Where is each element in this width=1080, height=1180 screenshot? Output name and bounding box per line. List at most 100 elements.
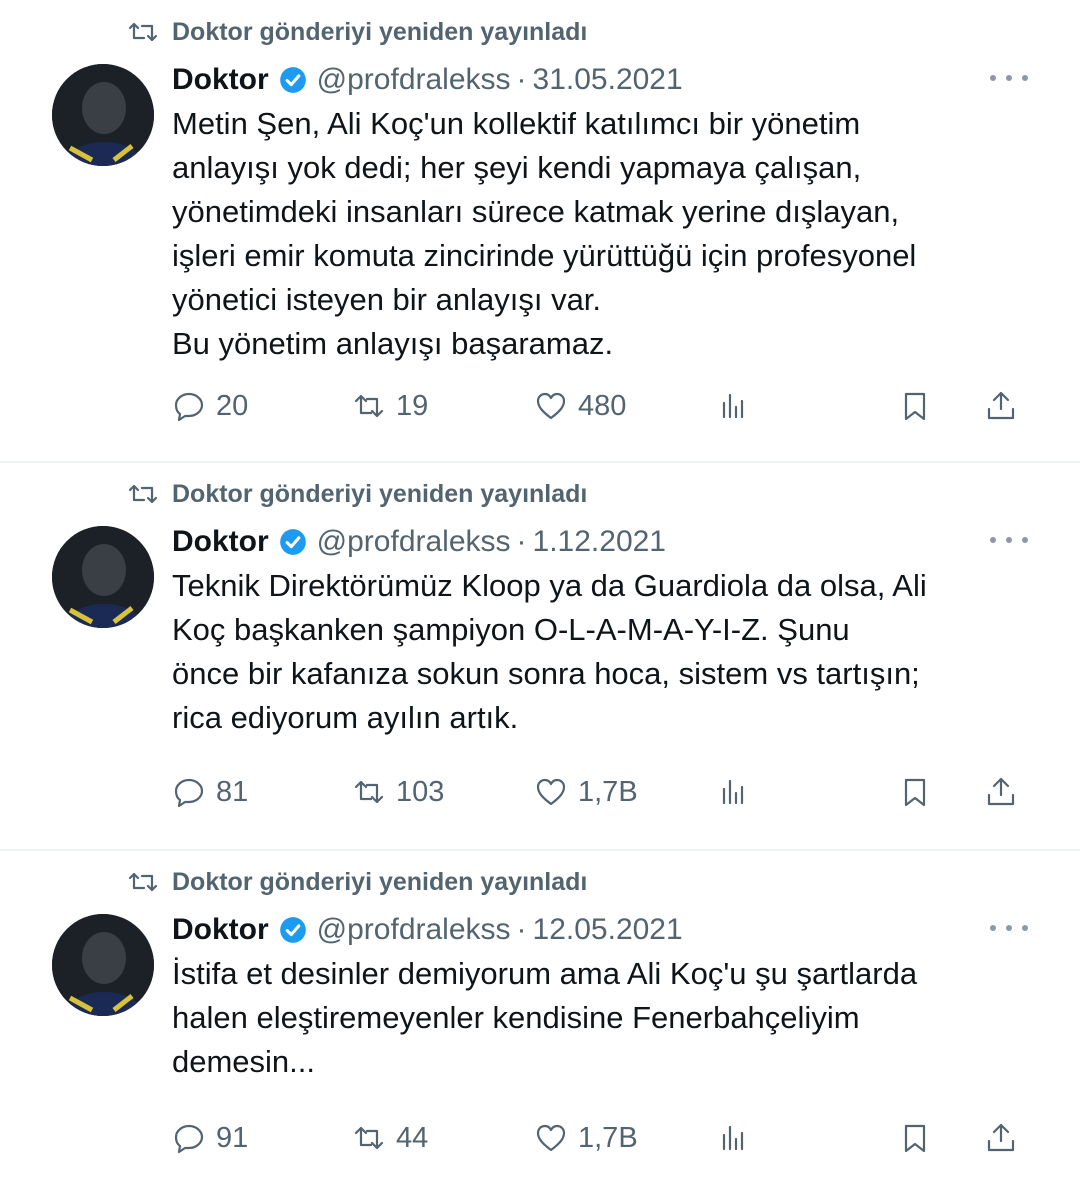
tweet[interactable]: Doktor gönderiyi yeniden yayınladı Dokto…	[0, 850, 1080, 1180]
repost-indicator: Doktor gönderiyi yeniden yayınladı	[126, 14, 587, 50]
tweet-date[interactable]: 31.05.2021	[533, 63, 683, 97]
avatar[interactable]	[52, 914, 154, 1016]
like-count: 480	[578, 389, 627, 422]
tweet-actions: 81 103 1,7B	[172, 768, 1032, 816]
reply-button[interactable]: 91	[172, 1114, 248, 1162]
verified-badge-icon	[279, 67, 306, 93]
retweet-icon	[354, 1126, 384, 1150]
repost-label: Doktor gönderiyi yeniden yayınladı	[172, 17, 588, 46]
avatar[interactable]	[52, 64, 154, 166]
tweet-actions: 20 19 480	[172, 382, 1032, 430]
bookmark-button[interactable]	[898, 768, 942, 816]
author-handle[interactable]: @profdralekss	[317, 63, 511, 97]
tweet-line: anlayışı yok dedi; her şeyi kendi yapmay…	[172, 150, 862, 185]
tweet[interactable]: Doktor gönderiyi yeniden yayınladı Dokto…	[0, 462, 1080, 850]
repost-label: Doktor gönderiyi yeniden yayınladı	[172, 479, 588, 508]
tweet-actions: 91 44 1,7B	[172, 1114, 1032, 1162]
bookmark-button[interactable]	[898, 382, 942, 430]
header-separator: ·	[516, 63, 527, 96]
verified-badge-icon	[279, 917, 306, 943]
tweet-line: yönetimdeki insanları sürece katmak yeri…	[172, 194, 900, 229]
like-button[interactable]: 1,7B	[534, 768, 638, 816]
share-button[interactable]	[984, 1114, 1028, 1162]
tweet-line: halen eleştiremeyenler kendisine Fenerba…	[172, 1000, 860, 1035]
tweet-line: demesin...	[172, 1044, 316, 1079]
reply-icon	[174, 1124, 204, 1154]
repost-indicator: Doktor gönderiyi yeniden yayınladı	[126, 864, 587, 900]
tweet-line: rica ediyorum ayılın artık.	[172, 700, 519, 735]
tweet-header: Doktor @profdralekss · 12.05.2021	[172, 908, 683, 952]
tweet-text: Metin Şen, Ali Koç'un kollektif katılımc…	[172, 102, 1052, 366]
like-count: 1,7B	[578, 775, 638, 808]
like-button[interactable]: 480	[534, 382, 626, 430]
repost-icon	[128, 22, 158, 42]
like-icon	[536, 1124, 566, 1152]
share-icon	[987, 391, 1015, 420]
repost-indicator: Doktor gönderiyi yeniden yayınladı	[126, 476, 587, 512]
more-icon[interactable]	[990, 68, 1028, 88]
bookmark-icon	[904, 1124, 926, 1153]
tweet-line: Koç başkanken şampiyon O-L-A-M-A-Y-I-Z. …	[172, 612, 850, 647]
tweet[interactable]: Doktor gönderiyi yeniden yayınladı Dokto…	[0, 0, 1080, 462]
tweet-date[interactable]: 12.05.2021	[533, 913, 683, 947]
share-button[interactable]	[984, 382, 1028, 430]
bookmark-icon	[904, 778, 926, 807]
reply-count: 81	[216, 775, 249, 808]
like-button[interactable]: 1,7B	[534, 1114, 638, 1162]
retweet-count: 19	[396, 389, 429, 422]
repost-icon	[128, 484, 158, 504]
reply-count: 91	[216, 1121, 249, 1154]
retweet-button[interactable]: 44	[352, 1114, 428, 1162]
author-name[interactable]: Doktor	[172, 63, 269, 97]
header-separator: ·	[516, 913, 527, 946]
views-button[interactable]	[716, 382, 760, 430]
retweet-count: 103	[396, 775, 445, 808]
retweet-button[interactable]: 103	[352, 768, 444, 816]
author-name[interactable]: Doktor	[172, 913, 269, 947]
tweet-line: önce bir kafanıza sokun sonra hoca, sist…	[172, 656, 920, 691]
share-icon	[987, 1123, 1015, 1152]
views-button[interactable]	[716, 768, 760, 816]
repost-label: Doktor gönderiyi yeniden yayınladı	[172, 867, 588, 896]
reply-button[interactable]: 20	[172, 382, 248, 430]
tweet-line: Bu yönetim anlayışı başaramaz.	[172, 326, 614, 361]
retweet-count: 44	[396, 1121, 429, 1154]
like-icon	[536, 392, 566, 420]
views-button[interactable]	[716, 1114, 760, 1162]
retweet-icon	[354, 394, 384, 418]
tweet-date[interactable]: 1.12.2021	[533, 525, 666, 559]
tweet-text: Teknik Direktörümüz Kloop ya da Guardiol…	[172, 564, 1052, 740]
tweet-line: yönetici isteyen bir anlayışı var.	[172, 282, 602, 317]
like-icon	[536, 778, 566, 806]
header-separator: ·	[516, 525, 527, 558]
views-icon	[722, 393, 744, 419]
more-icon[interactable]	[990, 530, 1028, 550]
retweet-icon	[354, 780, 384, 804]
reply-button[interactable]: 81	[172, 768, 248, 816]
author-handle[interactable]: @profdralekss	[317, 913, 511, 947]
views-icon	[722, 1125, 744, 1151]
reply-count: 20	[216, 389, 249, 422]
like-count: 1,7B	[578, 1121, 638, 1154]
bookmark-button[interactable]	[898, 1114, 942, 1162]
repost-icon	[128, 872, 158, 892]
tweet-text: İstifa et desinler demiyorum ama Ali Koç…	[172, 952, 1052, 1084]
tweet-header: Doktor @profdralekss · 31.05.2021	[172, 58, 683, 102]
bookmark-icon	[904, 392, 926, 421]
share-button[interactable]	[984, 768, 1028, 816]
reply-icon	[174, 392, 204, 422]
share-icon	[987, 777, 1015, 806]
avatar[interactable]	[52, 526, 154, 628]
author-name[interactable]: Doktor	[172, 525, 269, 559]
tweet-line: işleri emir komuta zincirinde yürüttüğü …	[172, 238, 917, 273]
tweet-line: Teknik Direktörümüz Kloop ya da Guardiol…	[172, 568, 927, 603]
reply-icon	[174, 778, 204, 808]
tweet-line: İstifa et desinler demiyorum ama Ali Koç…	[172, 956, 918, 991]
verified-badge-icon	[279, 529, 306, 555]
tweet-line: Metin Şen, Ali Koç'un kollektif katılımc…	[172, 106, 861, 141]
retweet-button[interactable]: 19	[352, 382, 428, 430]
author-handle[interactable]: @profdralekss	[317, 525, 511, 559]
more-icon[interactable]	[990, 918, 1028, 938]
views-icon	[722, 779, 744, 805]
tweet-header: Doktor @profdralekss · 1.12.2021	[172, 520, 666, 564]
